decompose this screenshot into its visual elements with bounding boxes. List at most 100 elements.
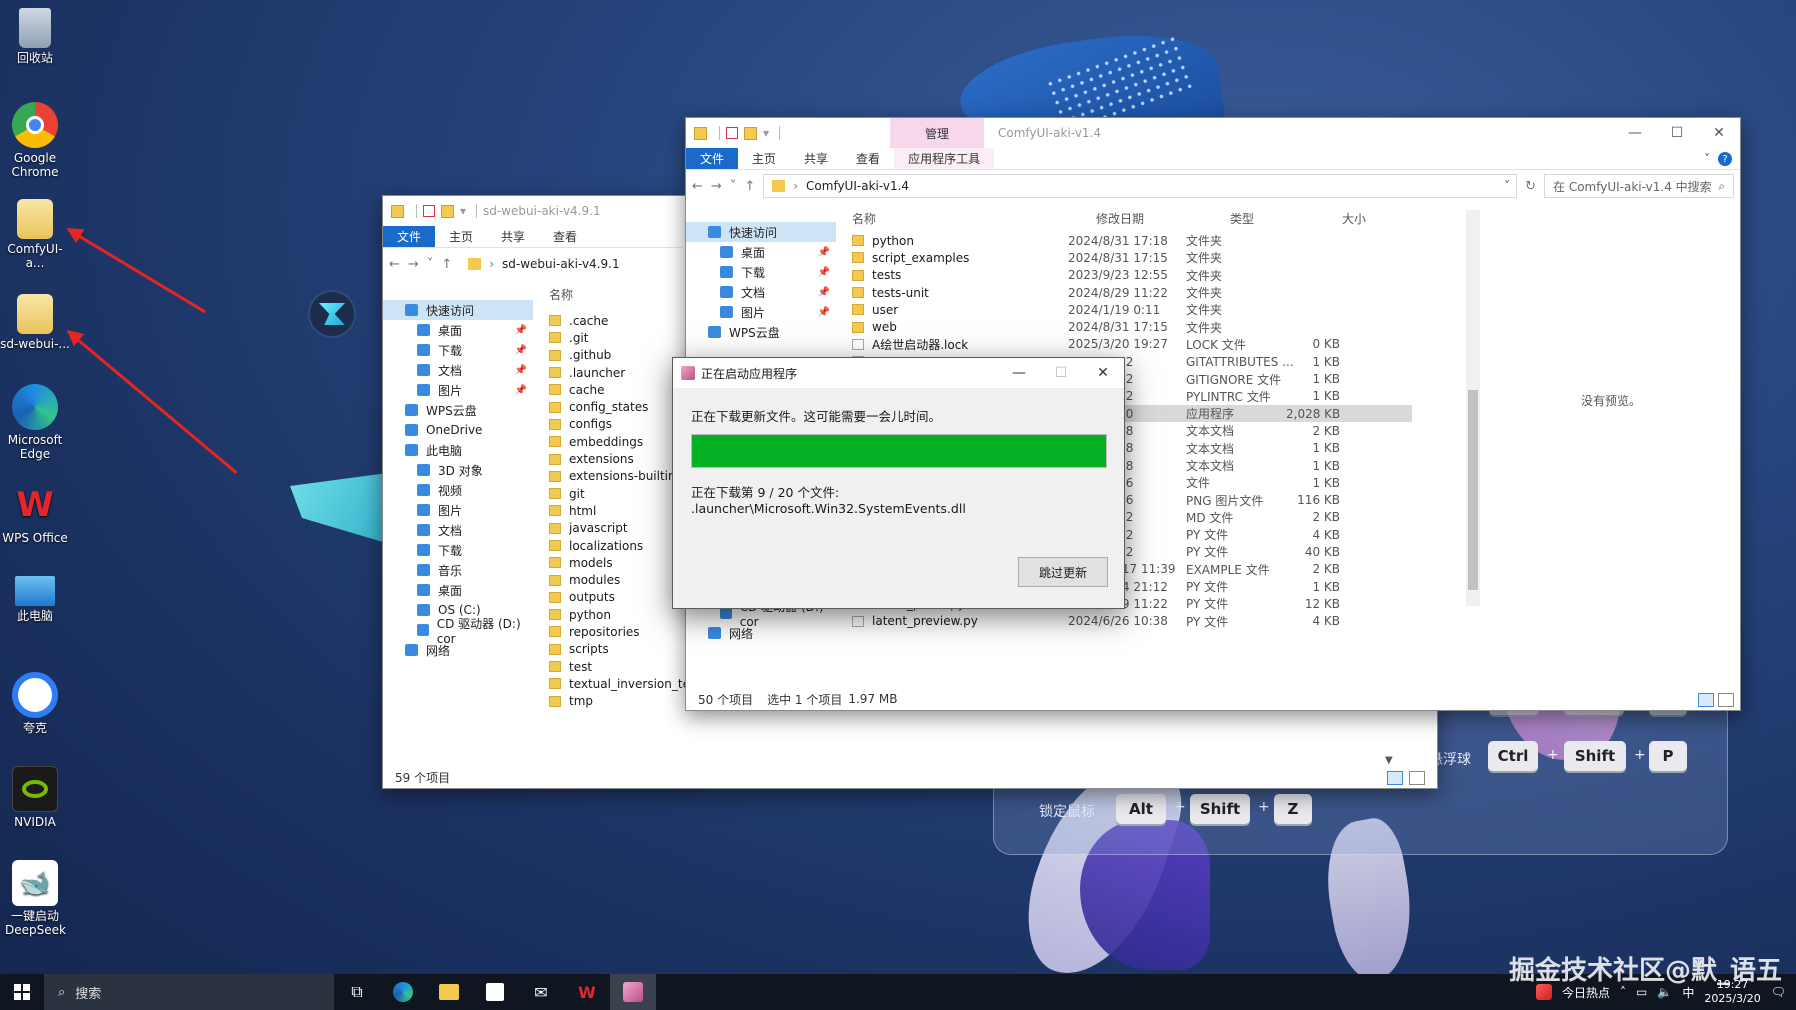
details-view-icon[interactable] <box>1387 771 1403 785</box>
minimize-icon[interactable]: — <box>1614 118 1656 148</box>
file-row[interactable]: tests-unit 2024/8/29 11:22 文件夹 <box>852 284 1412 301</box>
close-icon[interactable]: ✕ <box>1082 358 1124 388</box>
file-row[interactable]: A绘世启动器.lock 2025/3/20 19:27 LOCK 文件 0 KB <box>852 336 1412 353</box>
file-row[interactable]: latent_preview.py 2024/6/26 10:38 PY 文件 4 K… <box>852 613 1412 630</box>
column-header-size[interactable]: 大小 <box>1342 210 1396 227</box>
nav-item[interactable]: 文档 <box>383 520 533 540</box>
help-icon[interactable]: ? <box>1718 152 1732 166</box>
scroll-down-icon[interactable]: ▼ <box>1385 755 1393 766</box>
nav-item[interactable]: 桌面 📌 <box>383 320 533 340</box>
nav-item[interactable]: 3D 对象 <box>383 460 533 480</box>
nav-item[interactable]: 视频 <box>383 480 533 500</box>
desktop-icon-sd-webui[interactable]: sd-webui-... <box>0 290 70 351</box>
forward-icon[interactable]: → <box>711 179 722 194</box>
volume-icon[interactable]: 🔈 <box>1657 985 1672 999</box>
desktop-icon-edge[interactable]: Microsoft Edge <box>0 380 70 461</box>
file-row[interactable]: user 2024/1/19 0:11 文件夹 <box>852 301 1412 318</box>
address-field[interactable]: › sd-webui-aki-v4.9.1 <box>460 252 677 276</box>
desktop-icon-chrome[interactable]: Google Chrome <box>0 98 70 179</box>
network-icon[interactable]: ▭ <box>1636 985 1647 999</box>
desktop-icon-deepseek[interactable]: 🐋 一键启动 DeepSeek <box>0 856 70 937</box>
scrollbar-thumb[interactable] <box>1468 390 1478 590</box>
nav-item[interactable]: WPS云盘 <box>383 400 533 420</box>
launcher-taskbar-icon[interactable] <box>610 974 656 1010</box>
search-input[interactable]: 在 ComfyUI-aki-v1.4 中搜索 ⌕ <box>1544 174 1734 198</box>
large-icons-view-icon[interactable] <box>1718 693 1734 707</box>
maximize-icon[interactable]: ☐ <box>1656 118 1698 148</box>
back-icon[interactable]: ← <box>692 179 703 194</box>
column-header-name[interactable]: 名称 <box>549 286 573 303</box>
file-row[interactable]: python 2024/8/31 17:18 文件夹 <box>852 232 1412 249</box>
desktop-icon-this-pc[interactable]: 此电脑 <box>0 572 70 623</box>
task-view-icon[interactable]: ⧉ <box>334 974 380 1010</box>
wps-taskbar-icon[interactable]: W <box>564 974 610 1010</box>
forward-icon[interactable]: → <box>408 257 419 272</box>
title-bar[interactable]: ▾ 管理 ComfyUI-aki-v1.4 — ☐ ✕ <box>686 118 1740 148</box>
close-icon[interactable]: ✕ <box>1698 118 1740 148</box>
nav-item[interactable]: 下载 📌 <box>383 340 533 360</box>
scrollbar[interactable] <box>1466 210 1480 606</box>
launcher-progress-dialog[interactable]: 正在启动应用程序 — ☐ ✕ 正在下载更新文件。这可能需要一会儿时间。 正在下载… <box>672 357 1125 609</box>
nav-item[interactable]: 桌面 📌 <box>686 242 836 262</box>
chevron-down-icon[interactable]: ˅ <box>1504 179 1510 193</box>
dialog-title-bar[interactable]: 正在启动应用程序 — ☐ ✕ <box>673 358 1124 388</box>
refresh-icon[interactable]: ↻ <box>1525 179 1536 194</box>
nav-item[interactable]: 快速访问 <box>383 300 533 320</box>
nav-item[interactable]: 图片 <box>383 500 533 520</box>
mail-taskbar-icon[interactable]: ✉ <box>518 974 564 1010</box>
chevron-down-icon[interactable]: ˅ <box>427 257 434 272</box>
file-row[interactable]: web 2024/8/31 17:15 文件夹 <box>852 318 1412 335</box>
nav-item[interactable]: 音乐 <box>383 560 533 580</box>
properties-icon[interactable] <box>726 127 738 139</box>
nav-item[interactable]: 图片 📌 <box>686 302 836 322</box>
properties-icon[interactable] <box>423 205 435 217</box>
tab-view[interactable]: 查看 <box>539 226 591 247</box>
address-field[interactable]: › ComfyUI-aki-v1.4 ˅ <box>763 174 1518 198</box>
tab-file[interactable]: 文件 <box>686 148 739 169</box>
chevron-down-icon[interactable]: ▾ <box>460 204 466 218</box>
file-explorer-taskbar-icon[interactable] <box>426 974 472 1010</box>
nav-item[interactable]: CD 驱动器 (D:) cor <box>383 617 533 646</box>
floating-ball-icon[interactable] <box>308 290 356 338</box>
nav-item[interactable]: 快速访问 <box>686 222 836 242</box>
nav-item[interactable]: 文档 📌 <box>383 360 533 380</box>
chevron-up-icon[interactable]: ˄ <box>1620 985 1626 999</box>
nav-item[interactable]: 此电脑 <box>383 440 533 460</box>
file-row[interactable]: script_examples 2024/8/31 17:15 文件夹 <box>852 249 1412 266</box>
tab-app-tools[interactable]: 应用程序工具 <box>894 148 995 169</box>
tab-home[interactable]: 主页 <box>435 226 487 247</box>
desktop-icon-quark[interactable]: 夸克 <box>0 668 70 735</box>
chevron-down-icon[interactable]: ▾ <box>763 126 769 140</box>
column-header-name[interactable]: 名称 <box>852 210 1096 227</box>
back-icon[interactable]: ← <box>389 257 400 272</box>
tab-share[interactable]: 共享 <box>487 226 539 247</box>
manage-tab[interactable]: 管理 <box>890 118 984 148</box>
column-header-date[interactable]: 修改日期 <box>1096 210 1230 227</box>
desktop-icon-comfyui[interactable]: ComfyUI-a... <box>0 195 70 270</box>
nav-item[interactable]: 网络 <box>686 623 836 643</box>
start-button[interactable] <box>0 974 44 1010</box>
tab-file[interactable]: 文件 <box>383 226 436 247</box>
minimize-icon[interactable]: — <box>998 358 1040 388</box>
skip-update-button[interactable]: 跳过更新 <box>1018 557 1108 587</box>
nav-item[interactable]: 网络 <box>383 640 533 660</box>
edge-taskbar-icon[interactable] <box>380 974 426 1010</box>
tab-home[interactable]: 主页 <box>738 148 790 169</box>
details-view-icon[interactable] <box>1698 693 1714 707</box>
nav-item[interactable]: 图片 📌 <box>383 380 533 400</box>
new-folder-icon[interactable] <box>744 126 757 140</box>
file-row[interactable]: tests 2023/9/23 12:55 文件夹 <box>852 267 1412 284</box>
up-icon[interactable]: ↑ <box>744 179 755 194</box>
nav-item[interactable]: OneDrive <box>383 420 533 440</box>
desktop-icon-wps[interactable]: W WPS Office <box>0 478 70 545</box>
desktop-icon-recycle-bin[interactable]: 回收站 <box>0 4 70 65</box>
store-taskbar-icon[interactable] <box>472 974 518 1010</box>
nav-item[interactable]: 下载 <box>383 540 533 560</box>
up-icon[interactable]: ↑ <box>441 257 452 272</box>
chevron-down-icon[interactable]: ˅ <box>730 179 737 194</box>
tab-view[interactable]: 查看 <box>842 148 894 169</box>
nav-item[interactable]: 下载 📌 <box>686 262 836 282</box>
taskbar-search[interactable]: ⌕ 搜索 <box>44 974 334 1010</box>
new-folder-icon[interactable] <box>441 204 454 218</box>
nav-item[interactable]: 桌面 <box>383 580 533 600</box>
